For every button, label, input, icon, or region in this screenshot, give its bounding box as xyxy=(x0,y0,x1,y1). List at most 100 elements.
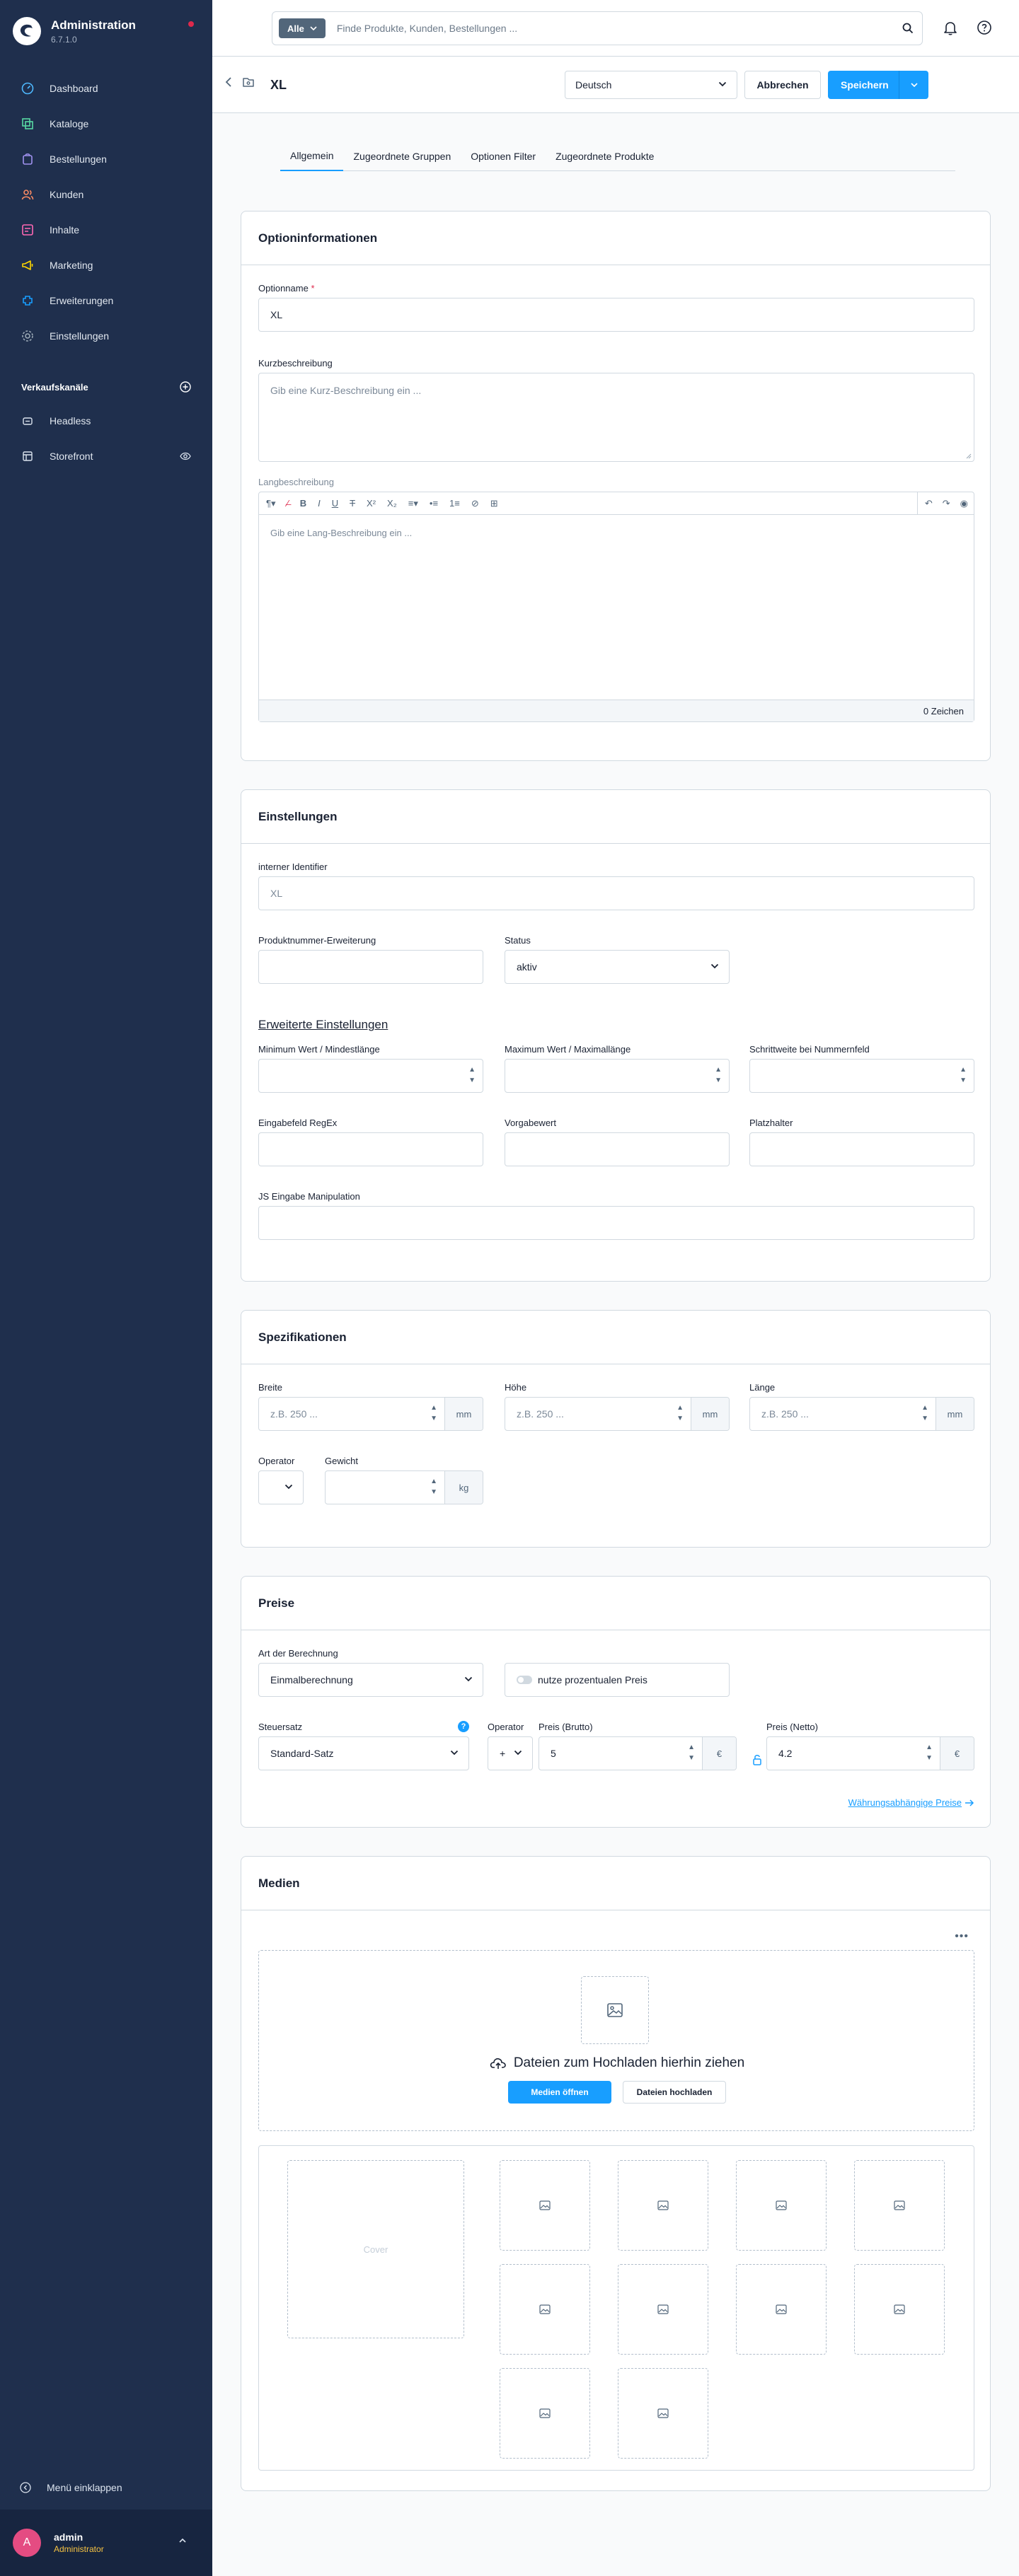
sales-channel-storefront[interactable]: Storefront xyxy=(0,439,212,474)
help-icon[interactable] xyxy=(977,20,992,35)
tab-general[interactable]: Allgemein xyxy=(280,141,344,171)
search-icon[interactable] xyxy=(894,23,922,34)
length-input[interactable]: z.B. 250 ... ▲ ▼ mm xyxy=(749,1397,974,1431)
number-stepper-icon[interactable]: ▲ ▼ xyxy=(921,1405,935,1422)
nav-item-kataloge[interactable]: Kataloge xyxy=(0,106,212,141)
media-slot[interactable] xyxy=(736,2160,827,2251)
save-button[interactable]: Speichern xyxy=(828,71,928,99)
productnumber-input[interactable] xyxy=(258,950,483,984)
gross-price-input[interactable]: 5 ▲ ▼ € xyxy=(539,1736,737,1770)
strikethrough-icon[interactable]: T xyxy=(350,498,355,509)
code-view-eye-icon[interactable]: ◉ xyxy=(960,498,968,509)
price-operator-select[interactable]: + xyxy=(488,1736,533,1770)
bold-icon[interactable]: B xyxy=(300,498,306,509)
percentage-price-toggle[interactable]: nutze prozentualen Preis xyxy=(505,1663,730,1697)
min-value-input[interactable]: ▲ ▼ xyxy=(258,1059,483,1093)
resize-handle-icon[interactable] xyxy=(966,453,972,459)
tax-rate-select[interactable]: Standard-Satz xyxy=(258,1736,469,1770)
global-search[interactable]: Alle Finde Produkte, Kunden, Bestellunge… xyxy=(272,11,923,45)
more-options-icon[interactable]: ••• xyxy=(955,1930,969,1943)
open-media-button[interactable]: Medien öffnen xyxy=(508,2081,611,2104)
height-input[interactable]: z.B. 250 ... ▲ ▼ mm xyxy=(505,1397,730,1431)
nav-item-inhalte[interactable]: Inhalte xyxy=(0,212,212,248)
nav-item-marketing[interactable]: Marketing xyxy=(0,248,212,283)
number-stepper-icon[interactable]: ▲ ▼ xyxy=(715,1067,722,1084)
align-icon[interactable]: ≡▾ xyxy=(408,498,418,509)
table-icon[interactable]: ⊞ xyxy=(490,498,498,509)
link-icon[interactable]: ⊘ xyxy=(471,498,479,509)
text-color-icon[interactable]: ⁄̶ xyxy=(287,498,289,509)
max-value-input[interactable]: ▲ ▼ xyxy=(505,1059,730,1093)
ordered-list-icon[interactable]: 1≡ xyxy=(449,498,460,509)
toggle-switch[interactable] xyxy=(517,1676,532,1684)
lock-icon[interactable] xyxy=(752,1753,762,1766)
back-button[interactable] xyxy=(225,76,255,88)
collapse-menu-button[interactable]: Menü einklappen xyxy=(20,2477,122,2498)
option-name-input[interactable]: XL xyxy=(258,298,974,332)
undo-icon[interactable]: ↶ xyxy=(925,498,933,509)
upload-files-button[interactable]: Dateien hochladen xyxy=(623,2081,726,2104)
tab-assigned-groups[interactable]: Zugeordnete Gruppen xyxy=(343,141,461,171)
nav-item-dashboard[interactable]: Dashboard xyxy=(0,71,212,106)
weight-input[interactable]: ▲ ▼ kg xyxy=(325,1470,483,1504)
number-stepper-icon[interactable]: ▲ ▼ xyxy=(468,1067,476,1084)
redo-icon[interactable]: ↷ xyxy=(943,498,950,509)
number-stepper-icon[interactable]: ▲ ▼ xyxy=(430,1478,444,1496)
tab-assigned-products[interactable]: Zugeordnete Produkte xyxy=(546,141,664,171)
bell-icon[interactable] xyxy=(943,20,958,35)
status-select[interactable]: aktiv xyxy=(505,950,730,984)
editor-body[interactable]: Gib eine Lang-Beschreibung ein ... xyxy=(259,515,974,700)
search-type-select[interactable]: Alle xyxy=(279,18,326,38)
text-editor[interactable]: ¶▾ ⁄̶ B I U T X² X₂ ≡▾ •≡ 1≡ ⊘ ⊞ ↶ ↷ ◉ G… xyxy=(258,492,974,722)
user-menu[interactable]: A admin Administrator xyxy=(0,2510,212,2576)
identifier-input[interactable]: XL xyxy=(258,876,974,910)
js-manipulation-input[interactable] xyxy=(258,1206,974,1240)
number-stepper-icon[interactable]: ▲ ▼ xyxy=(960,1067,967,1084)
currency-prices-link[interactable]: Währungsabhängige Preise xyxy=(848,1797,974,1808)
unordered-list-icon[interactable]: •≡ xyxy=(430,498,438,509)
media-slot[interactable] xyxy=(736,2264,827,2355)
paragraph-format-icon[interactable]: ¶▾ xyxy=(266,498,276,509)
net-price-input[interactable]: 4.2 ▲ ▼ € xyxy=(766,1736,974,1770)
width-input[interactable]: z.B. 250 ... ▲ ▼ mm xyxy=(258,1397,483,1431)
number-stepper-icon[interactable]: ▲ ▼ xyxy=(926,1744,940,1762)
nav-item-bestellungen[interactable]: Bestellungen xyxy=(0,141,212,177)
nav-item-einstellungen[interactable]: Einstellungen xyxy=(0,318,212,354)
nav-item-erweiterungen[interactable]: Erweiterungen xyxy=(0,283,212,318)
media-slot[interactable] xyxy=(500,2368,590,2459)
short-description-textarea[interactable]: Gib eine Kurz-Beschreibung ein ... xyxy=(258,373,974,462)
subscript-icon[interactable]: X₂ xyxy=(387,498,397,509)
italic-icon[interactable]: I xyxy=(318,498,321,509)
media-slot[interactable] xyxy=(854,2264,945,2355)
add-sales-channel-icon[interactable] xyxy=(180,381,191,393)
superscript-icon[interactable]: X² xyxy=(367,498,376,509)
default-value-input[interactable] xyxy=(505,1132,730,1166)
tab-option-filter[interactable]: Optionen Filter xyxy=(461,141,546,171)
weight-operator-select[interactable] xyxy=(258,1470,304,1504)
media-slot[interactable] xyxy=(618,2160,708,2251)
calculation-type-select[interactable]: Einmalberechnung xyxy=(258,1663,483,1697)
regex-input[interactable] xyxy=(258,1132,483,1166)
language-switch[interactable]: Deutsch xyxy=(565,71,737,99)
nav-item-kunden[interactable]: Kunden xyxy=(0,177,212,212)
underline-icon[interactable]: U xyxy=(332,498,338,509)
step-input[interactable]: ▲ ▼ xyxy=(749,1059,974,1093)
number-stepper-icon[interactable]: ▲ ▼ xyxy=(430,1405,444,1422)
media-dropzone[interactable]: Dateien zum Hochladen hierhin ziehen Med… xyxy=(258,1950,974,2131)
placeholder-input[interactable] xyxy=(749,1132,974,1166)
number-stepper-icon[interactable]: ▲ ▼ xyxy=(677,1405,691,1422)
media-slot[interactable] xyxy=(854,2160,945,2251)
media-slot[interactable] xyxy=(618,2368,708,2459)
media-slot[interactable] xyxy=(500,2264,590,2355)
save-options-chevron-icon[interactable] xyxy=(899,71,928,99)
media-slot[interactable] xyxy=(618,2264,708,2355)
media-slot[interactable] xyxy=(500,2160,590,2251)
sales-channel-headless[interactable]: Headless xyxy=(0,403,212,439)
eye-icon[interactable] xyxy=(180,451,191,461)
number-stepper-icon[interactable]: ▲ ▼ xyxy=(688,1744,702,1762)
info-icon[interactable]: ? xyxy=(458,1721,469,1732)
cover-slot[interactable]: Cover xyxy=(287,2160,464,2338)
shopware-logo-icon[interactable] xyxy=(13,17,41,45)
search-input[interactable]: Finde Produkte, Kunden, Bestellungen ... xyxy=(337,23,894,34)
cancel-button[interactable]: Abbrechen xyxy=(744,71,821,99)
